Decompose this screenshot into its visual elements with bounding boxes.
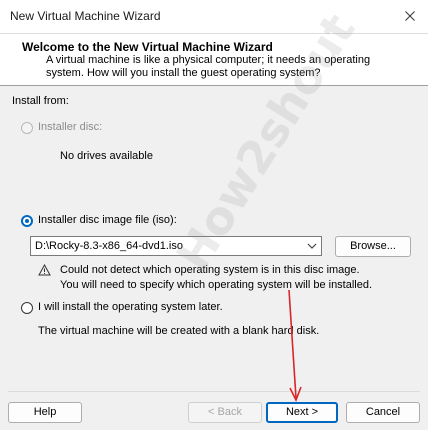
installer-disc-radio[interactable] <box>21 122 33 134</box>
installer-disc-label: Installer disc: <box>38 121 103 133</box>
install-later-description: The virtual machine will be created with… <box>38 325 320 337</box>
warning-text-line1: Could not detect which operating system … <box>60 264 360 276</box>
no-drives-text: No drives available <box>60 150 153 162</box>
close-icon[interactable] <box>398 4 422 28</box>
cancel-button[interactable]: Cancel <box>346 402 420 423</box>
window-title: New Virtual Machine Wizard <box>10 9 161 23</box>
install-later-label: I will install the operating system late… <box>38 301 223 313</box>
install-from-label: Install from: <box>12 95 69 107</box>
iso-label: Installer disc image file (iso): <box>38 214 177 226</box>
help-button[interactable]: Help <box>8 402 82 423</box>
chevron-down-icon[interactable] <box>307 241 317 254</box>
iso-radio[interactable] <box>21 215 33 227</box>
iso-path-combobox[interactable]: D:\Rocky-8.3-x86_64-dvd1.iso <box>30 236 322 256</box>
install-later-radio[interactable] <box>21 302 33 314</box>
header-title: Welcome to the New Virtual Machine Wizar… <box>22 40 273 54</box>
wizard-header: Welcome to the New Virtual Machine Wizar… <box>0 34 428 86</box>
warning-text-line2: You will need to specify which operating… <box>60 279 373 291</box>
next-button[interactable]: Next > <box>266 402 338 423</box>
iso-path-value: D:\Rocky-8.3-x86_64-dvd1.iso <box>35 240 183 252</box>
button-separator <box>8 391 420 392</box>
header-description: A virtual machine is like a physical com… <box>46 54 371 79</box>
browse-button[interactable]: Browse... <box>335 236 411 257</box>
warning-icon <box>38 263 51 279</box>
title-bar: New Virtual Machine Wizard <box>0 0 428 34</box>
back-button[interactable]: < Back <box>188 402 262 423</box>
